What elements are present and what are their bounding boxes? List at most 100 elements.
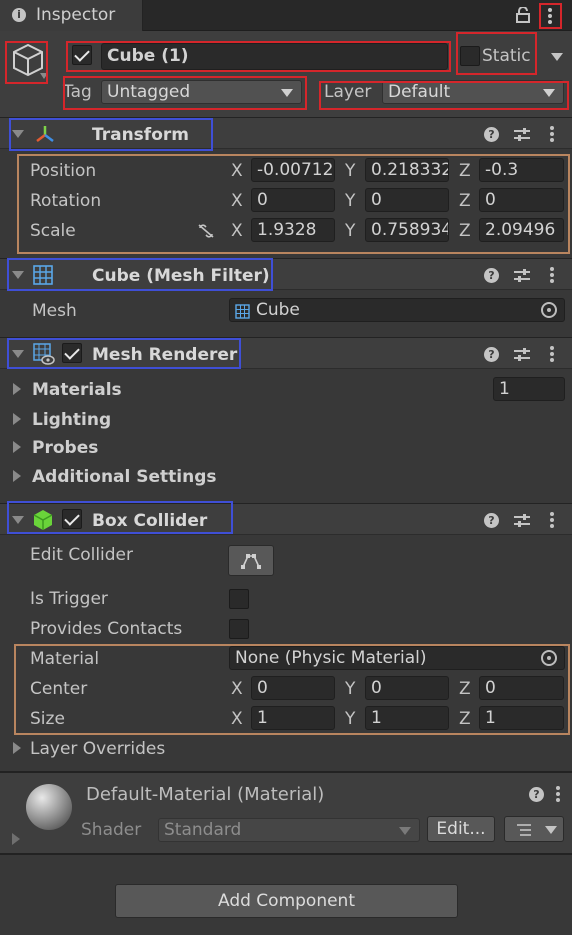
tab-strip: i Inspector: [0, 0, 572, 31]
tab-inspector[interactable]: i Inspector: [0, 0, 143, 31]
is-trigger-checkbox[interactable]: [229, 589, 249, 609]
collapse-arrow[interactable]: [12, 516, 24, 524]
help-icon[interactable]: ?: [484, 127, 499, 142]
shader-menu-button[interactable]: [504, 816, 564, 842]
shader-dropdown[interactable]: Standard: [158, 818, 420, 842]
expand-arrow[interactable]: [13, 742, 21, 754]
scale-y-field[interactable]: 0.758934: [365, 218, 449, 242]
tag-label: Tag: [63, 82, 92, 102]
provides-contacts-checkbox[interactable]: [229, 619, 249, 639]
scale-x-field[interactable]: 1.9328: [251, 218, 335, 242]
position-z-field[interactable]: -0.3: [479, 158, 564, 182]
provides-contacts-label: Provides Contacts: [30, 619, 183, 639]
presets-icon[interactable]: [514, 513, 530, 527]
box-collider-header[interactable]: Box Collider ?: [0, 503, 572, 535]
more-options-icon[interactable]: [550, 346, 554, 364]
mesh-renderer-header[interactable]: Mesh Renderer ?: [0, 337, 572, 369]
icon-dropdown-arrow[interactable]: [40, 73, 48, 79]
axis-x-label: X: [231, 679, 243, 699]
presets-icon[interactable]: [514, 347, 530, 361]
axis-y-label: Y: [345, 709, 356, 729]
expand-arrow[interactable]: [12, 833, 20, 845]
expand-arrow[interactable]: [13, 413, 21, 425]
more-options-icon[interactable]: [548, 8, 552, 26]
axis-y-label: Y: [345, 679, 356, 699]
tag-dropdown[interactable]: Untagged: [101, 80, 302, 104]
axis-z-label: Z: [459, 161, 471, 181]
help-icon[interactable]: ?: [484, 268, 499, 283]
add-component-button[interactable]: Add Component: [115, 884, 458, 918]
layer-overrides-foldout[interactable]: Layer Overrides: [30, 739, 165, 759]
mesh-filter-header[interactable]: Cube (Mesh Filter) ?: [0, 258, 572, 290]
presets-icon[interactable]: [514, 268, 530, 282]
center-z-field[interactable]: 0: [479, 676, 564, 700]
expand-arrow[interactable]: [13, 441, 21, 453]
rotation-x-field[interactable]: 0: [251, 188, 335, 212]
center-x-field[interactable]: 0: [251, 676, 335, 700]
collapse-arrow[interactable]: [12, 350, 24, 358]
presets-icon[interactable]: [514, 127, 530, 141]
rotation-y-field[interactable]: 0: [365, 188, 449, 212]
help-icon[interactable]: ?: [529, 787, 544, 802]
collapse-arrow[interactable]: [12, 130, 24, 138]
constrain-proportions-icon[interactable]: [197, 223, 215, 243]
tab-title: Inspector: [36, 5, 116, 25]
material-label: Material: [30, 649, 100, 669]
mesh-filter-title: Cube (Mesh Filter): [92, 266, 270, 286]
expand-arrow[interactable]: [13, 470, 21, 482]
materials-foldout[interactable]: Materials: [32, 380, 122, 400]
info-icon: i: [12, 8, 26, 22]
physic-material-value: None (Physic Material): [235, 648, 427, 668]
rotation-z-field[interactable]: 0: [479, 188, 564, 212]
mesh-object-field[interactable]: Cube: [229, 298, 565, 322]
position-x-field[interactable]: -0.00712: [251, 158, 335, 182]
help-icon[interactable]: ?: [484, 513, 499, 528]
edit-collider-button[interactable]: [228, 545, 274, 576]
probes-foldout[interactable]: Probes: [32, 438, 98, 458]
axis-x-label: X: [231, 709, 243, 729]
box-collider-enabled-toggle[interactable]: [62, 509, 82, 529]
additional-settings-foldout[interactable]: Additional Settings: [32, 467, 217, 487]
size-z-field[interactable]: 1: [479, 706, 564, 730]
mesh-label: Mesh: [32, 301, 77, 321]
physic-material-field[interactable]: None (Physic Material): [229, 646, 565, 670]
edit-shader-button[interactable]: Edit...: [427, 816, 495, 842]
box-collider-title: Box Collider: [92, 511, 208, 531]
position-y-field[interactable]: 0.218332: [365, 158, 449, 182]
axis-z-label: Z: [459, 191, 471, 211]
object-picker-icon[interactable]: [541, 302, 557, 318]
axis-y-label: Y: [345, 191, 356, 211]
more-options-icon[interactable]: [556, 786, 560, 804]
help-icon[interactable]: ?: [484, 347, 499, 362]
mesh-renderer-icon: [33, 343, 55, 369]
scale-z-field[interactable]: 2.09496: [479, 218, 564, 242]
size-y-field[interactable]: 1: [365, 706, 449, 730]
expand-arrow[interactable]: [13, 383, 21, 395]
lock-icon[interactable]: [516, 6, 530, 23]
object-picker-icon[interactable]: [541, 650, 557, 666]
rotation-label: Rotation: [30, 191, 102, 211]
axis-x-label: X: [231, 221, 243, 241]
center-y-field[interactable]: 0: [365, 676, 449, 700]
mesh-renderer-enabled-toggle[interactable]: [62, 343, 82, 363]
active-toggle[interactable]: [72, 45, 92, 65]
axis-z-label: Z: [459, 679, 471, 699]
more-options-icon[interactable]: [550, 267, 554, 285]
collapse-arrow[interactable]: [12, 271, 24, 279]
mesh-filter-icon: [33, 265, 53, 289]
more-options-icon[interactable]: [550, 126, 554, 144]
layer-dropdown[interactable]: Default: [382, 80, 564, 104]
chevron-down-icon: [543, 89, 555, 97]
layer-value: Default: [388, 82, 451, 102]
material-sphere-icon: [26, 784, 72, 830]
lighting-foldout[interactable]: Lighting: [32, 410, 111, 430]
static-dropdown-arrow[interactable]: [551, 53, 563, 61]
size-x-field[interactable]: 1: [251, 706, 335, 730]
transform-header[interactable]: Transform ?: [0, 117, 572, 149]
static-checkbox[interactable]: [460, 46, 480, 66]
object-name-input[interactable]: Cube (1): [101, 43, 448, 70]
more-options-icon[interactable]: [550, 512, 554, 530]
scale-label: Scale: [30, 221, 76, 241]
materials-count-field[interactable]: 1: [493, 377, 565, 401]
edit-collider-label: Edit Collider: [30, 545, 134, 565]
